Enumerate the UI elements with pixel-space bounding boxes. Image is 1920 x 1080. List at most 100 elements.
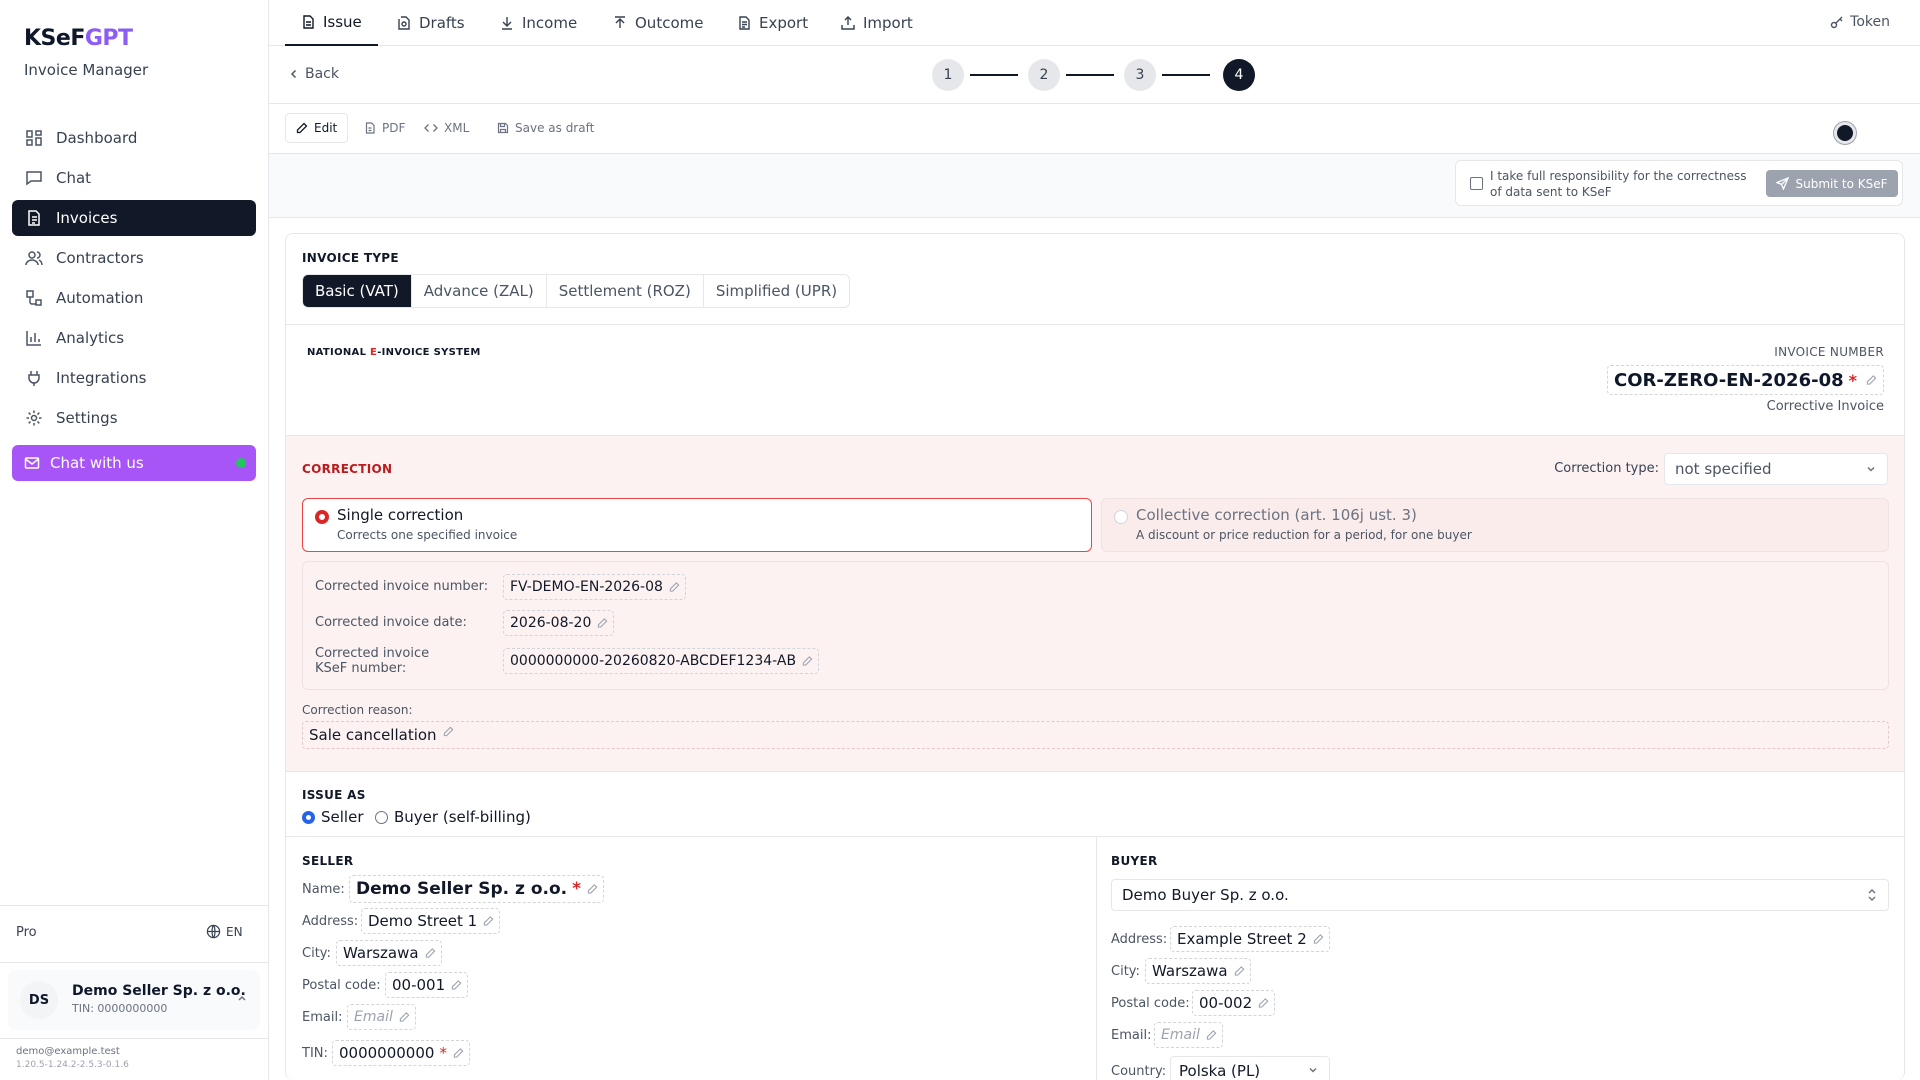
- seller-postal-field[interactable]: 00-001: [385, 972, 469, 998]
- tab-label: Drafts: [419, 14, 465, 32]
- step-3[interactable]: 3: [1124, 59, 1156, 91]
- xml-button[interactable]: XML: [414, 113, 479, 143]
- send-icon: [1776, 177, 1790, 190]
- buyer-country-value: Polska (PL): [1179, 1062, 1261, 1080]
- pencil-icon: [802, 656, 813, 667]
- consent-checkbox[interactable]: [1470, 177, 1483, 190]
- issue-as-buyer-radio[interactable]: [375, 810, 388, 824]
- code-icon: [424, 122, 438, 134]
- save-draft-label: Save as draft: [515, 121, 595, 135]
- app-logo[interactable]: KSeFGPT: [24, 26, 133, 51]
- single-correction-radio[interactable]: [315, 510, 329, 524]
- sidebar-item-dashboard[interactable]: Dashboard: [12, 120, 256, 156]
- correction-reason-field[interactable]: Sale cancellation: [302, 721, 1889, 749]
- import-icon: [841, 16, 855, 30]
- token-button[interactable]: Token: [1830, 14, 1890, 30]
- corrected-number-field[interactable]: FV-DEMO-EN-2026-08: [503, 574, 686, 600]
- invoice-type-settlement[interactable]: Settlement (ROZ): [547, 275, 704, 307]
- seller-email-placeholder: Email: [354, 1009, 393, 1025]
- sidebar-item-chat[interactable]: Chat: [12, 160, 256, 196]
- pencil-icon: [451, 980, 462, 991]
- save-icon: [497, 122, 509, 134]
- buyer-city-value: Warszawa: [1152, 962, 1228, 980]
- key-icon: [1830, 15, 1844, 29]
- tab-issue[interactable]: Issue: [285, 0, 378, 46]
- buyer-country-select[interactable]: Polska (PL): [1170, 1056, 1330, 1080]
- correction-type-select[interactable]: not specified: [1664, 453, 1888, 485]
- invoice-type-selector: Basic (VAT) Advance (ZAL) Settlement (RO…: [302, 274, 851, 308]
- sidebar-item-label: Analytics: [56, 329, 125, 347]
- invoice-type-simplified[interactable]: Simplified (UPR): [704, 275, 849, 307]
- step-4[interactable]: 4: [1223, 59, 1255, 91]
- step-1[interactable]: 1: [932, 59, 964, 91]
- sidebar-item-invoices[interactable]: Invoices: [12, 200, 256, 236]
- editor-toolbar: Edit PDF XML Save as draft: [269, 104, 1920, 154]
- buyer-select[interactable]: Demo Buyer Sp. z o.o.: [1111, 879, 1889, 911]
- bar-chart-icon: [24, 328, 44, 348]
- divider: [0, 962, 269, 963]
- seller-tin-field[interactable]: 0000000000 *: [332, 1040, 470, 1066]
- step-2[interactable]: 2: [1028, 59, 1060, 91]
- corrected-date-value: 2026-08-20: [510, 615, 592, 631]
- buyer-select-value: Demo Buyer Sp. z o.o.: [1122, 886, 1289, 904]
- tab-label: Export: [759, 14, 809, 32]
- tab-drafts[interactable]: Drafts: [381, 0, 481, 46]
- issue-as-seller-option[interactable]: Seller: [302, 808, 363, 826]
- sidebar-item-analytics[interactable]: Analytics: [12, 320, 256, 356]
- buyer-address-field[interactable]: Example Street 2: [1170, 926, 1330, 952]
- corrected-date-field[interactable]: 2026-08-20: [503, 610, 615, 636]
- sidebar-item-contractors[interactable]: Contractors: [12, 240, 256, 276]
- edit-button[interactable]: Edit: [285, 113, 349, 143]
- corrected-ksef-value: 0000000000-20260820-ABCDEF1234-AB: [510, 653, 797, 669]
- token-label: Token: [1850, 14, 1890, 30]
- pencil-icon: [1866, 375, 1877, 386]
- chat-with-us-button[interactable]: Chat with us: [12, 445, 256, 481]
- invoice-kind: Corrective Invoice: [1766, 399, 1884, 414]
- plug-icon: [24, 368, 44, 388]
- tab-export[interactable]: Export: [721, 0, 824, 46]
- issue-as-buyer-option[interactable]: Buyer (self-billing): [375, 808, 531, 826]
- sidebar-item-automation[interactable]: Automation: [12, 280, 256, 316]
- issue-as-seller-radio[interactable]: [302, 810, 315, 824]
- save-draft-button[interactable]: Save as draft: [487, 113, 604, 143]
- buyer-postal-field[interactable]: 00-002: [1192, 990, 1276, 1016]
- sidebar-item-settings[interactable]: Settings: [12, 400, 256, 436]
- edit-label: Edit: [314, 121, 338, 135]
- submit-to-ksef-button[interactable]: Submit to KSeF: [1766, 170, 1898, 197]
- language-switcher[interactable]: EN: [206, 924, 243, 939]
- seller-city-field[interactable]: Warszawa: [336, 940, 442, 966]
- sidebar-item-integrations[interactable]: Integrations: [12, 360, 256, 396]
- pdf-button[interactable]: PDF: [354, 113, 415, 143]
- back-label: Back: [305, 66, 339, 82]
- invoice-number-field[interactable]: COR-ZERO-EN-2026-08 *: [1607, 365, 1884, 395]
- single-correction-option[interactable]: Single correction Corrects one specified…: [302, 498, 1092, 552]
- tab-income[interactable]: Income: [484, 0, 593, 46]
- file-icon: [364, 122, 376, 134]
- single-correction-desc: Corrects one specified invoice: [337, 528, 518, 542]
- seller-name-field[interactable]: Demo Seller Sp. z o.o. *: [349, 875, 604, 903]
- collective-correction-option[interactable]: Collective correction (art. 106j ust. 3)…: [1101, 498, 1889, 552]
- buyer-email-field[interactable]: Email: [1154, 1022, 1223, 1048]
- seller-postal-label: Postal code:: [302, 978, 381, 993]
- invoice-number-label: INVOICE NUMBER: [1774, 345, 1884, 359]
- pencil-icon: [669, 582, 680, 593]
- invoice-type-advance[interactable]: Advance (ZAL): [412, 275, 547, 307]
- upload-icon: [613, 16, 627, 30]
- seller-title: SELLER: [302, 854, 354, 868]
- seller-address-value: Demo Street 1: [368, 912, 478, 930]
- buyer-city-field[interactable]: Warszawa: [1145, 958, 1251, 984]
- seller-address-field[interactable]: Demo Street 1: [361, 908, 501, 934]
- sidebar-nav: Dashboard Chat Invoices Contractors Auto…: [12, 120, 256, 440]
- tab-import[interactable]: Import: [825, 0, 929, 46]
- back-button[interactable]: Back: [289, 66, 339, 82]
- corrected-ksef-field[interactable]: 0000000000-20260820-ABCDEF1234-AB: [503, 648, 820, 674]
- submit-row: I take full responsibility for the corre…: [269, 154, 1920, 218]
- theme-toggle[interactable]: [1834, 122, 1856, 144]
- seller-email-field[interactable]: Email: [347, 1004, 416, 1030]
- pencil-icon: [1313, 934, 1324, 945]
- invoice-type-basic[interactable]: Basic (VAT): [303, 275, 412, 307]
- tab-outcome[interactable]: Outcome: [597, 0, 719, 46]
- collective-correction-radio[interactable]: [1114, 510, 1128, 524]
- correction-reason-value: Sale cancellation: [309, 726, 437, 744]
- user-menu[interactable]: DS Demo Seller Sp. z o.o. TIN: 000000000…: [8, 970, 260, 1030]
